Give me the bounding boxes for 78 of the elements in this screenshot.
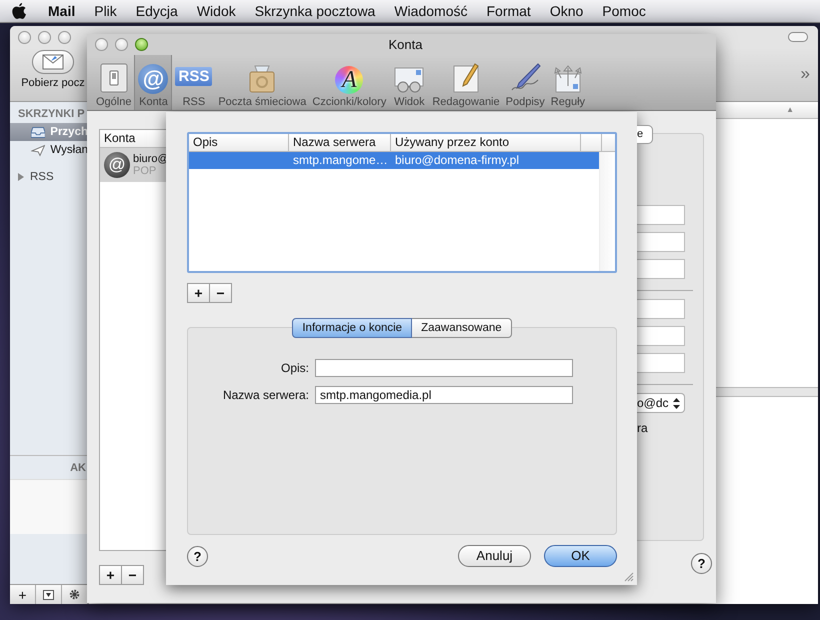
input-field[interactable]: smtp.mangomedia.pl xyxy=(315,386,573,404)
window-control-icon[interactable] xyxy=(18,30,31,44)
preferences-tab[interactable]: Ogólne xyxy=(93,55,134,110)
preferences-tab[interactable]: Widok xyxy=(389,55,430,110)
table-cell-text: smtp.mangome… xyxy=(292,152,389,169)
paper-plane-icon xyxy=(31,144,46,156)
sidebar-group[interactable]: RSS xyxy=(10,171,88,183)
zoom-icon[interactable] xyxy=(135,38,148,51)
get-mail-label: Pobierz pocz xyxy=(21,77,85,89)
column-header[interactable]: Używany przez konto xyxy=(391,134,581,151)
menu-item[interactable]: Edycja xyxy=(136,3,178,19)
account-name: biuro@ xyxy=(133,153,169,165)
menu-item[interactable]: Pomoc xyxy=(602,3,646,19)
hide-toolbar-button[interactable] xyxy=(788,32,808,42)
add-mailbox-button[interactable]: + xyxy=(10,585,36,604)
input-field[interactable] xyxy=(637,232,685,252)
preferences-tab[interactable]: Poczta śmieciowa xyxy=(215,55,310,110)
get-mail-button[interactable] xyxy=(32,50,74,74)
input-field[interactable] xyxy=(315,359,573,377)
popup-menu[interactable]: o@dc xyxy=(637,393,685,413)
help-button[interactable]: ? xyxy=(691,552,712,574)
light-switch-icon xyxy=(98,62,129,94)
preferences-tab[interactable]: @ Konta xyxy=(134,55,172,110)
dropdown-icon xyxy=(43,590,54,600)
preferences-tab[interactable]: RSS RSS xyxy=(172,55,216,110)
column-header[interactable]: Nazwa serwera xyxy=(289,134,391,151)
window-control-icon[interactable] xyxy=(58,30,71,44)
menu-item[interactable]: Skrzynka pocztowa xyxy=(254,3,376,19)
field-label: Nazwa serwera: xyxy=(222,388,310,402)
input-field[interactable] xyxy=(637,299,685,319)
minimize-icon[interactable] xyxy=(115,38,128,51)
preferences-tab[interactable]: Podpisy xyxy=(502,55,548,110)
button-fragment[interactable]: e xyxy=(637,125,653,144)
input-field[interactable] xyxy=(637,205,685,225)
toolbar-overflow[interactable]: » xyxy=(800,64,810,84)
at-sign-icon: @ xyxy=(104,152,130,178)
at-sign-icon: @ xyxy=(138,64,168,94)
column-header: Konta xyxy=(100,130,167,148)
cancel-button[interactable]: Anuluj xyxy=(458,545,531,567)
input-field[interactable] xyxy=(637,326,685,346)
inbox-icon xyxy=(31,126,46,138)
menu-item[interactable]: Plik xyxy=(94,3,117,19)
help-button[interactable]: ? xyxy=(187,546,208,566)
input-field[interactable] xyxy=(637,353,685,373)
input-field[interactable] xyxy=(637,259,685,279)
envelope-icon xyxy=(42,54,64,70)
remove-account-button[interactable]: − xyxy=(121,565,144,585)
menu-item[interactable]: Wiadomość xyxy=(394,3,468,19)
preferences-tab[interactable]: Redagowanie xyxy=(429,55,503,110)
column-header[interactable]: Opis xyxy=(189,134,289,151)
add-server-button[interactable]: + xyxy=(187,283,210,303)
tab[interactable]: Informacje o koncie xyxy=(292,318,412,338)
add-account-button[interactable]: + xyxy=(99,565,122,585)
pencil-paper-icon xyxy=(450,62,481,94)
table-cell-text: biuro@domena-firmy.pl xyxy=(394,152,520,169)
checkbox-label: ra xyxy=(637,421,649,435)
resize-grip-icon xyxy=(624,572,634,582)
gear-icon xyxy=(69,589,80,600)
disclosure-triangle-icon[interactable] xyxy=(18,173,24,181)
preferences-tab[interactable]: Reguły xyxy=(548,55,588,110)
remove-server-button[interactable]: − xyxy=(209,283,232,303)
apple-logo-icon[interactable] xyxy=(12,2,27,20)
account-type: POP xyxy=(133,165,158,177)
sidebar-header: SKRZYNKI P xyxy=(17,107,86,122)
menu-item[interactable]: Okno xyxy=(550,3,584,19)
app-menu[interactable]: Mail xyxy=(48,3,76,19)
stepper-arrows-icon xyxy=(673,398,680,408)
tab[interactable]: Zaawansowane xyxy=(412,318,512,338)
menu-item[interactable]: Format xyxy=(486,3,531,19)
menu-item[interactable]: Widok xyxy=(196,3,236,19)
mailbox-item[interactable]: Wysłan xyxy=(10,141,88,159)
window-control-icon[interactable] xyxy=(38,30,51,44)
table-row[interactable]: smtp.mangome… biuro@domena-firmy.pl xyxy=(189,152,600,169)
rss-icon: RSS xyxy=(175,67,212,86)
close-icon[interactable] xyxy=(95,38,108,51)
field-label: Opis: xyxy=(280,361,310,375)
ok-button[interactable]: OK xyxy=(544,545,617,567)
window-title: Konta xyxy=(388,37,424,52)
